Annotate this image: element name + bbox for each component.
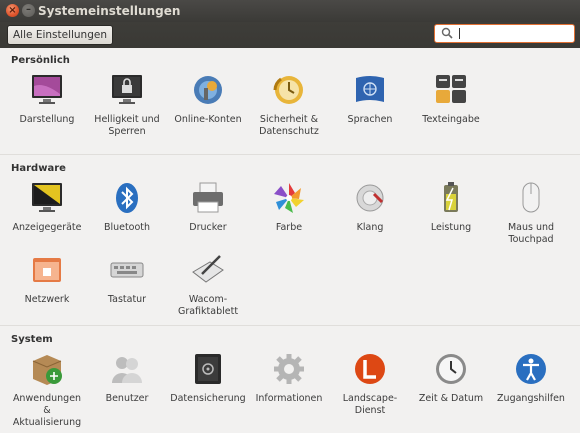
- item-label: Online-Konten: [174, 114, 242, 125]
- item-bluetooth[interactable]: Bluetooth: [88, 180, 166, 234]
- color-icon: [274, 183, 304, 213]
- mouse-icon: [522, 182, 540, 213]
- item-label: Zeit & Datum: [418, 393, 484, 404]
- item-label: Landscape-Dienst: [342, 393, 398, 416]
- item-label: Zugangshilfen: [497, 393, 565, 404]
- window-title: Systemeinstellungen: [38, 4, 181, 18]
- text-cursor: [459, 28, 460, 39]
- section-title-personal: Persönlich: [11, 55, 70, 66]
- minimize-button[interactable]: –: [22, 4, 35, 17]
- item-text-entry[interactable]: Texteingabe: [412, 72, 490, 126]
- item-users[interactable]: Benutzer: [88, 351, 166, 405]
- item-label: Tastatur: [107, 294, 147, 305]
- item-languages[interactable]: Sprachen: [331, 72, 409, 126]
- brightness-lock-icon: [112, 75, 142, 104]
- item-label: Benutzer: [105, 393, 149, 404]
- item-software-updates[interactable]: Anwendungen & Aktualisierung: [8, 351, 86, 429]
- item-color[interactable]: Farbe: [250, 180, 328, 234]
- text-entry-icon: [436, 75, 466, 103]
- settings-panel: Persönlich Darstellung Helligkeit und Sp…: [0, 48, 580, 433]
- item-appearance[interactable]: Darstellung: [8, 72, 86, 126]
- clock-icon: [436, 354, 466, 384]
- item-brightness-lock[interactable]: Helligkeit und Sperren: [88, 72, 166, 138]
- item-wacom-tablet[interactable]: Wacom-Grafiktablett: [169, 252, 247, 318]
- appearance-icon: [32, 75, 62, 104]
- printer-icon: [193, 182, 223, 213]
- item-label: Klang: [356, 222, 384, 233]
- item-label: Darstellung: [19, 114, 75, 125]
- item-label: Maus und Touchpad: [507, 222, 555, 245]
- item-label: Bluetooth: [103, 222, 151, 233]
- item-online-accounts[interactable]: Online-Konten: [169, 72, 247, 126]
- item-time-date[interactable]: Zeit & Datum: [412, 351, 490, 405]
- item-details[interactable]: Informationen: [250, 351, 328, 405]
- item-label: Leistung: [430, 222, 472, 233]
- users-icon: [112, 357, 142, 383]
- battery-power-icon: [444, 182, 458, 212]
- language-flag-icon: [356, 76, 384, 102]
- software-updates-icon: [32, 355, 62, 385]
- item-label: Informationen: [255, 393, 323, 404]
- section-divider: [0, 154, 580, 155]
- item-security-privacy[interactable]: Sicherheit & Datenschutz: [250, 72, 328, 138]
- close-button[interactable]: ×: [6, 4, 19, 17]
- title-bar: × – Systemeinstellungen: [0, 0, 580, 22]
- sound-icon: [356, 184, 384, 212]
- item-power[interactable]: Leistung: [412, 180, 490, 234]
- item-label: Texteingabe: [422, 114, 480, 125]
- network-icon: [33, 258, 61, 282]
- item-label: Helligkeit und Sperren: [94, 114, 160, 137]
- all-settings-button[interactable]: Alle Einstellungen: [7, 25, 113, 45]
- item-backup[interactable]: Datensicherung: [169, 351, 247, 405]
- item-network[interactable]: Netzwerk: [8, 252, 86, 306]
- section-title-hardware: Hardware: [11, 163, 66, 174]
- item-label: Wacom-Grafiktablett: [177, 294, 239, 317]
- item-label: Drucker: [189, 222, 227, 233]
- item-label: Sicherheit & Datenschutz: [259, 114, 319, 137]
- display-icon: [32, 183, 62, 212]
- backup-safe-icon: [195, 354, 221, 384]
- keyboard-icon: [110, 262, 144, 278]
- item-label: Sprachen: [347, 114, 393, 125]
- item-printers[interactable]: Drucker: [169, 180, 247, 234]
- item-label: Anwendungen & Aktualisierung: [12, 393, 82, 428]
- search-input[interactable]: [434, 24, 575, 43]
- item-label: Anzeigegeräte: [12, 222, 82, 233]
- item-displays[interactable]: Anzeigegeräte: [8, 180, 86, 234]
- security-privacy-icon: [273, 76, 303, 104]
- item-mouse-touchpad[interactable]: Maus und Touchpad: [492, 180, 570, 246]
- item-label: Farbe: [275, 222, 303, 233]
- item-label: Datensicherung: [170, 393, 246, 404]
- section-title-system: System: [11, 334, 53, 345]
- online-accounts-icon: [194, 76, 222, 104]
- item-landscape-service[interactable]: Landscape-Dienst: [331, 351, 409, 417]
- item-accessibility[interactable]: Zugangshilfen: [492, 351, 570, 405]
- accessibility-icon: [516, 354, 546, 384]
- section-divider: [0, 325, 580, 326]
- tablet-pen-icon: [192, 255, 224, 283]
- landscape-icon: [355, 354, 385, 384]
- gear-icon: [274, 354, 304, 384]
- item-sound[interactable]: Klang: [331, 180, 409, 234]
- bluetooth-icon: [116, 183, 138, 213]
- search-icon: [441, 27, 453, 39]
- item-keyboard[interactable]: Tastatur: [88, 252, 166, 306]
- item-label: Netzwerk: [24, 294, 70, 305]
